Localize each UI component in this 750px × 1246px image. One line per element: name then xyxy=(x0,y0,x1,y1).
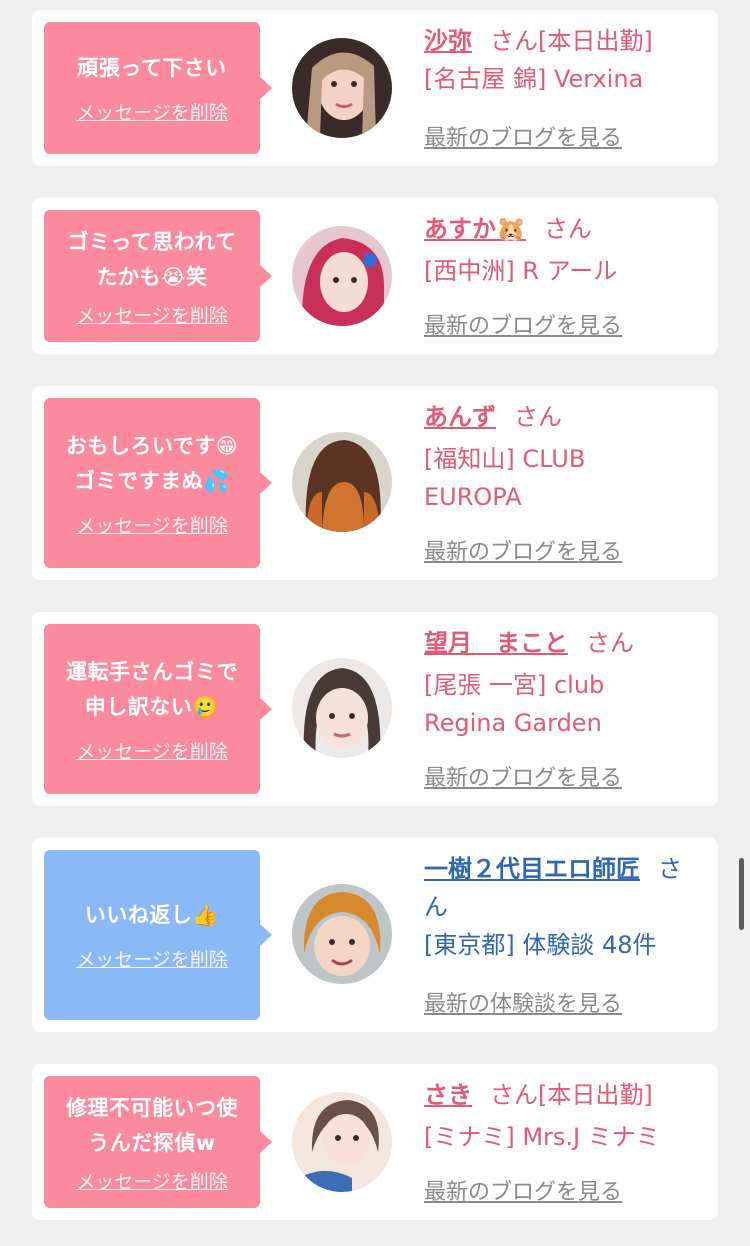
girl-name-link[interactable]: 望月 まこと xyxy=(424,629,568,657)
message-text: 運転手さんゴミで 申し訳ない🥲 xyxy=(66,659,238,719)
avatar[interactable] xyxy=(292,432,392,532)
girl-info: さき さん[本日出勤] [ミナミ] Mrs.J ミナミ xyxy=(424,1076,714,1156)
user-name-link[interactable]: 一樹２代目エロ師匠 xyxy=(424,855,640,883)
delete-message-link[interactable]: メッセージを削除 xyxy=(76,737,228,764)
delete-message-link[interactable]: メッセージを削除 xyxy=(76,1167,228,1194)
message-text: ゴミって思われて たかも😭笑 xyxy=(67,229,237,289)
avatar[interactable] xyxy=(292,658,392,758)
girl-name-link[interactable]: 沙弥 xyxy=(424,27,472,55)
delete-message-link[interactable]: メッセージを削除 xyxy=(76,511,228,538)
message-text: 頑張って下さい xyxy=(77,56,227,80)
avatar[interactable] xyxy=(292,1092,392,1192)
message-bubble: 修理不可能いつ使 うんだ探偵w メッセージを削除 xyxy=(44,1076,272,1208)
shop-name: [ミナミ] Mrs.J ミナミ xyxy=(424,1123,660,1151)
girl-suffix: さん xyxy=(543,215,592,243)
shop-name: [西中洲] R アール xyxy=(424,257,618,285)
message-text: 修理不可能いつ使 うんだ探偵w xyxy=(66,1095,238,1155)
girl-suffix: さん xyxy=(586,629,634,657)
user-suffix: さ xyxy=(658,855,682,883)
blog-link[interactable]: 最新のブログを見る xyxy=(424,760,622,792)
shop-name: [福知山] CLUB xyxy=(424,445,586,473)
scrollbar[interactable] xyxy=(739,858,744,930)
message-bubble: 運転手さんゴミで 申し訳ない🥲 メッセージを削除 xyxy=(44,624,272,794)
blog-link[interactable]: 最新のブログを見る xyxy=(424,1174,622,1206)
message-text: いいね返し👍 xyxy=(84,903,220,927)
user-region-review-count: [東京都] 体験談 48件 xyxy=(424,931,657,959)
avatar[interactable] xyxy=(292,884,392,984)
avatar[interactable] xyxy=(292,38,392,138)
blog-link[interactable]: 最新のブログを見る xyxy=(424,308,622,340)
avatar[interactable] xyxy=(292,226,392,326)
girl-info: あんず さん [福知山] CLUB EUROPA xyxy=(424,398,714,516)
shop-name: [尾張 一宮] club xyxy=(424,671,605,699)
blog-link[interactable]: 最新のブログを見る xyxy=(424,120,622,152)
delete-message-link[interactable]: メッセージを削除 xyxy=(76,301,228,328)
message-card: おもしろいです😁 ゴミですまぬ💦 メッセージを削除 あんず さん [福知山] CL… xyxy=(32,386,718,580)
girl-name-link[interactable]: さき xyxy=(424,1081,472,1109)
blog-link[interactable]: 最新のブログを見る xyxy=(424,534,622,566)
message-card: 頑張って下さい メッセージを削除 沙弥 さん[本日出勤] [名古屋 錦] Verx… xyxy=(32,10,718,166)
message-card: いいね返し👍 メッセージを削除 一樹２代目エロ師匠さ ん [東京都] 体験談 4… xyxy=(32,838,718,1032)
message-bubble: 頑張って下さい メッセージを削除 xyxy=(44,22,272,154)
shop-name: [名古屋 錦] Verxina xyxy=(424,65,644,93)
message-card: 運転手さんゴミで 申し訳ない🥲 メッセージを削除 望月 まこと さん [尾張 一宮… xyxy=(32,612,718,806)
message-bubble: いいね返し👍 メッセージを削除 xyxy=(44,850,272,1020)
girl-suffix: さん xyxy=(514,403,562,431)
user-info: 一樹２代目エロ師匠さ ん [東京都] 体験談 48件 xyxy=(424,850,714,964)
girl-suffix: さん[本日出勤] xyxy=(490,1081,653,1109)
delete-message-link[interactable]: メッセージを削除 xyxy=(76,945,228,972)
girl-info: あすか🐹 さん [西中洲] R アール xyxy=(424,210,714,290)
girl-name-link[interactable]: あんず xyxy=(424,403,496,431)
girl-suffix: さん[本日出勤] xyxy=(490,27,653,55)
user-suffix-cont: ん xyxy=(424,893,448,921)
message-card: 修理不可能いつ使 うんだ探偵w メッセージを削除 さき さん[本日出勤] [ミナミ… xyxy=(32,1064,718,1220)
message-card: ゴミって思われて たかも😭笑 メッセージを削除 あすか🐹 さん [西中洲] R ア… xyxy=(32,198,718,354)
shop-name-cont: Regina Garden xyxy=(424,709,602,737)
review-link[interactable]: 最新の体験談を見る xyxy=(424,986,622,1018)
message-bubble: おもしろいです😁 ゴミですまぬ💦 メッセージを削除 xyxy=(44,398,272,568)
girl-name-link[interactable]: あすか🐹 xyxy=(424,215,526,243)
delete-message-link[interactable]: メッセージを削除 xyxy=(76,98,228,125)
message-text: おもしろいです😁 ゴミですまぬ💦 xyxy=(65,433,239,493)
girl-info: 望月 まこと さん [尾張 一宮] club Regina Garden xyxy=(424,624,714,742)
girl-info: 沙弥 さん[本日出勤] [名古屋 錦] Verxina xyxy=(424,22,714,98)
shop-name-cont: EUROPA xyxy=(424,483,522,511)
message-bubble: ゴミって思われて たかも😭笑 メッセージを削除 xyxy=(44,210,272,342)
